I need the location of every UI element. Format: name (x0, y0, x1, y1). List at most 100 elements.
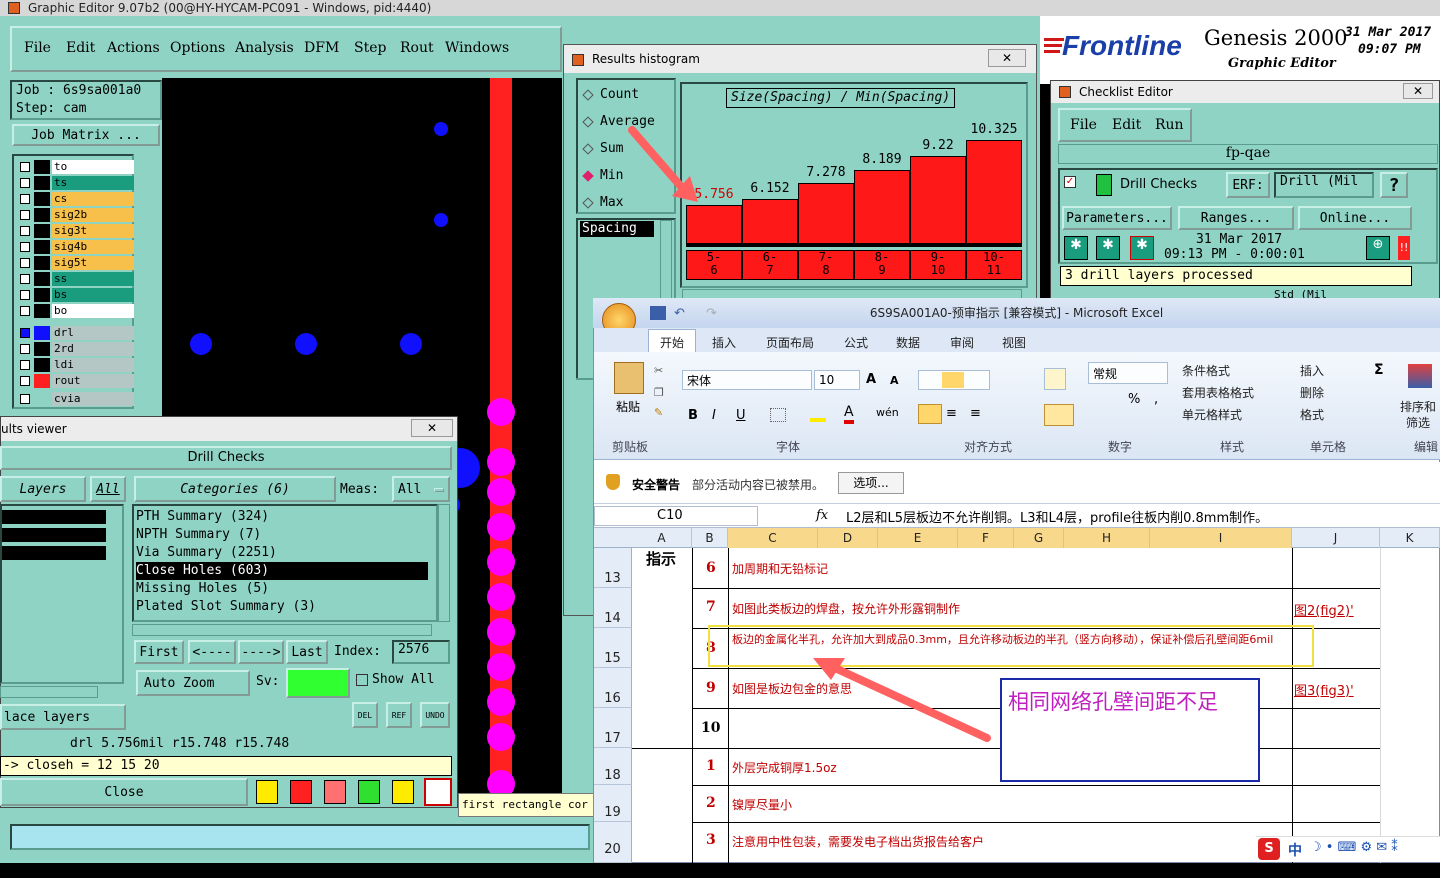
tab-home[interactable]: 开始 (660, 334, 684, 351)
row-header[interactable]: 18 (594, 748, 632, 785)
row-header[interactable]: 19 (594, 785, 632, 822)
copy-tool-icon[interactable] (358, 780, 380, 804)
layer-row[interactable]: 2rd (16, 342, 134, 356)
category-item[interactable]: Missing Holes (5) (136, 580, 269, 598)
autosum-icon[interactable]: Σ (1374, 362, 1384, 378)
borders-icon[interactable] (770, 408, 786, 422)
menu-dfm[interactable]: DFM (304, 40, 339, 56)
row-number-cell[interactable]: 1 (706, 758, 716, 774)
copy-icon[interactable]: ❐ (654, 386, 664, 399)
layer-row[interactable]: bo (16, 304, 134, 318)
ime-tools-icon[interactable]: ☽ • ⌨ ⚙ ✉ ⁑ (1310, 840, 1398, 855)
phonetic-icon[interactable]: wén (876, 406, 899, 419)
align-center-icon[interactable]: ≡ (946, 406, 957, 421)
layer-row[interactable]: cvia (16, 392, 134, 406)
row-number-cell[interactable]: 2 (706, 795, 716, 811)
col-header-k[interactable]: K (1380, 528, 1440, 548)
refresh-button[interactable]: REF (386, 702, 412, 728)
layer-checkbox[interactable] (20, 178, 30, 188)
format-painter-icon[interactable]: ✎ (654, 406, 663, 419)
layer-row[interactable]: sig2b (16, 208, 134, 222)
align-right-icon[interactable]: ≡ (970, 406, 981, 421)
fig2-link[interactable]: 图2(fig2)' (1294, 600, 1354, 619)
checklist-menu-run[interactable]: Run (1155, 117, 1184, 133)
conditional-format-button[interactable]: 条件格式 (1182, 362, 1230, 379)
col-header-i[interactable]: I (1150, 528, 1292, 548)
last-button[interactable]: Last (286, 640, 328, 664)
delete-cells-button[interactable]: 删除 (1300, 384, 1324, 401)
layer-row[interactable]: sig5t (16, 256, 134, 270)
col-header-h[interactable]: H (1064, 528, 1150, 548)
row-text-cell[interactable]: 注意用中性包装，需要发电子档出货报告给客户 (732, 833, 984, 850)
row-header[interactable]: 15 (594, 628, 632, 668)
sort-label[interactable]: 排序和 (1400, 398, 1436, 415)
layer-checkbox[interactable] (20, 194, 30, 204)
font-name-dropdown[interactable]: 宋体 (682, 370, 812, 390)
checklist-menu-file[interactable]: File (1070, 117, 1097, 133)
fill-color-icon[interactable] (810, 406, 826, 422)
row-text-cell[interactable]: 外层完成铜厚1.5oz (732, 759, 837, 776)
option-count[interactable]: Count (582, 87, 639, 102)
layer-checkbox[interactable] (20, 360, 30, 370)
job-matrix-button[interactable]: Job Matrix ... (12, 124, 160, 146)
close-icon[interactable]: ✕ (988, 49, 1026, 67)
cut-icon[interactable]: ✂ (654, 364, 663, 377)
category-item[interactable]: Via Summary (2251) (136, 544, 277, 562)
shrink-font-icon[interactable]: A (890, 374, 899, 387)
insert-cells-button[interactable]: 插入 (1300, 362, 1324, 379)
layer-row[interactable]: ss (16, 272, 134, 286)
mark-tool-icon[interactable] (290, 780, 312, 804)
next-button[interactable]: ----> (238, 640, 284, 664)
paste-icon[interactable] (614, 362, 644, 394)
filter-label[interactable]: 筛选 (1406, 414, 1430, 431)
layer-row[interactable]: to (16, 160, 134, 174)
command-line[interactable] (10, 824, 590, 850)
histogram-bar[interactable] (686, 205, 742, 244)
auto-zoom-dropdown[interactable]: Auto Zoom (136, 670, 250, 696)
col-header-d[interactable]: D (818, 528, 878, 548)
place-layers-dropdown[interactable]: lace layers (0, 704, 126, 730)
layer-row[interactable]: rout (16, 374, 134, 388)
histogram-bar[interactable] (742, 199, 798, 244)
italic-icon[interactable]: I (712, 408, 716, 423)
layer-row[interactable]: sig4b (16, 240, 134, 254)
layer-checkbox[interactable] (20, 394, 30, 404)
sv-color-dropdown[interactable] (286, 668, 350, 698)
histogram-bar[interactable] (798, 183, 854, 244)
middle-align-icon[interactable] (942, 372, 964, 388)
sogou-icon[interactable]: S (1258, 838, 1280, 860)
category-item-selected[interactable]: Close Holes (603) (136, 562, 428, 580)
help-button[interactable]: ? (1380, 172, 1408, 198)
zoom-icon[interactable]: ⊕ (1366, 236, 1390, 260)
category-item[interactable]: PTH Summary (324) (136, 508, 269, 526)
erf-value[interactable]: Drill (Mil (1274, 172, 1374, 198)
close-icon[interactable]: ✕ (411, 419, 453, 437)
row-number-cell[interactable]: 9 (706, 680, 716, 696)
layer-row[interactable]: bs (16, 288, 134, 302)
tab-insert[interactable]: 插入 (712, 334, 736, 351)
format-as-table-button[interactable]: 套用表格格式 (1182, 384, 1254, 401)
category-item[interactable]: NPTH Summary (7) (136, 526, 261, 544)
name-box[interactable]: C10 (594, 506, 758, 526)
show-all-checkbox[interactable] (356, 674, 368, 686)
row-header[interactable]: 17 (594, 708, 632, 748)
tab-page-layout[interactable]: 页面布局 (766, 334, 814, 351)
cell-styles-button[interactable]: 单元格样式 (1182, 406, 1242, 423)
layer-checkbox[interactable] (20, 274, 30, 284)
row-header[interactable]: 20 (594, 822, 632, 863)
clear-tool-icon[interactable] (324, 780, 346, 804)
categories-button[interactable]: Categories (6) (134, 476, 336, 502)
undo-button[interactable]: UNDO (420, 702, 450, 728)
parameters-button[interactable]: Parameters... (1062, 206, 1172, 230)
grow-font-icon[interactable]: A (866, 372, 876, 387)
report-tool-icon[interactable] (392, 780, 414, 804)
row-number-cell[interactable]: 3 (706, 832, 716, 848)
index-input[interactable]: 2576 (392, 640, 450, 664)
number-format-dropdown[interactable]: 常规 (1088, 362, 1168, 384)
align-left-icon[interactable] (918, 404, 942, 424)
prev-button[interactable]: <---- (188, 640, 236, 664)
fig3-link[interactable]: 图3(fig3)' (1294, 680, 1354, 699)
category-item[interactable]: Plated Slot Summary (3) (136, 598, 316, 616)
row-number-cell[interactable]: 10 (701, 720, 720, 736)
row-header[interactable]: 13 (594, 548, 632, 588)
